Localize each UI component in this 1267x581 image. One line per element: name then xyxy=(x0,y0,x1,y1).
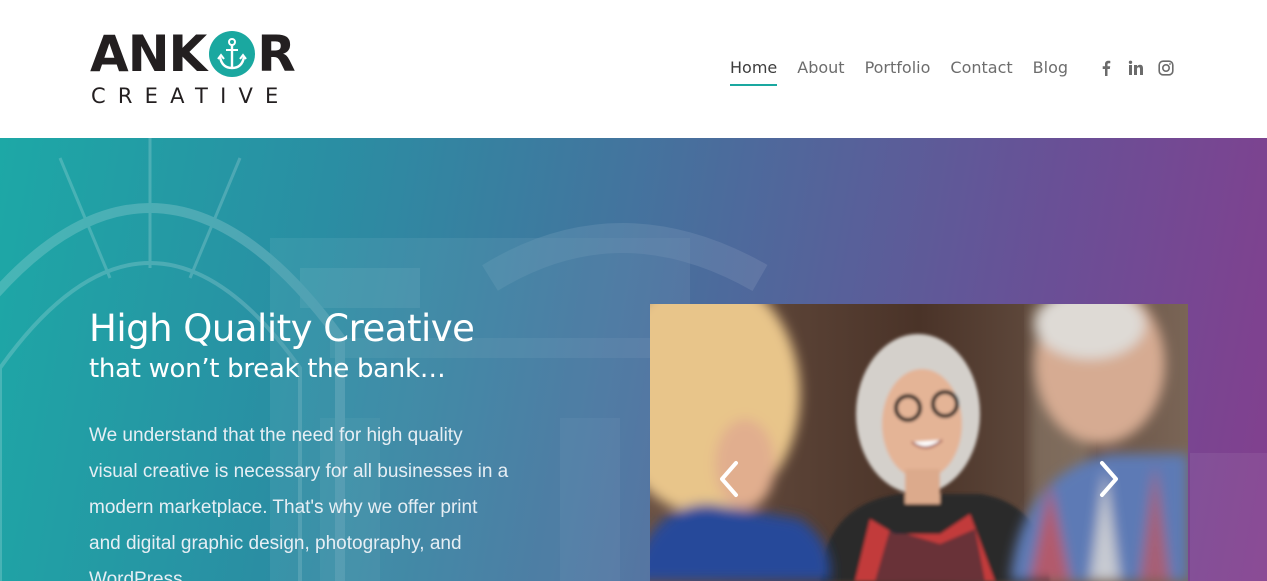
nav-home[interactable]: Home xyxy=(730,56,778,86)
nav-about[interactable]: About xyxy=(797,56,844,86)
slider-next-button[interactable] xyxy=(1094,459,1124,499)
logo-wordmark: ANK R xyxy=(90,25,296,83)
main-navigation: Home About Portfolio Contact Blog xyxy=(730,56,1088,86)
chevron-right-icon xyxy=(1100,461,1118,497)
photo-slider[interactable] xyxy=(650,304,1188,581)
facebook-icon[interactable] xyxy=(1098,58,1114,78)
hero-subtitle: that won’t break the bank… xyxy=(89,354,446,384)
logo-subtitle: CREATIVE xyxy=(91,84,291,108)
nav-contact[interactable]: Contact xyxy=(950,56,1012,86)
social-links xyxy=(1098,58,1188,78)
hero-section: High Quality Creative that won’t break t… xyxy=(0,138,1267,581)
nav-portfolio[interactable]: Portfolio xyxy=(865,56,931,86)
hero-title: High Quality Creative xyxy=(89,307,475,350)
anchor-icon xyxy=(209,31,256,77)
hero-body-text: We understand that the need for high qua… xyxy=(89,425,509,581)
logo-word-right: R xyxy=(257,25,296,83)
ankor-creative-logo[interactable]: ANK R CREATIVE xyxy=(90,26,320,110)
logo-word-left: ANK xyxy=(90,25,207,83)
slider-prev-button[interactable] xyxy=(714,459,744,499)
site-header: ANK R CREATIVE Home About Portfolio Cont… xyxy=(0,0,1267,138)
slide-photo-people-talking xyxy=(650,304,1188,581)
linkedin-icon[interactable] xyxy=(1128,58,1144,78)
instagram-icon[interactable] xyxy=(1158,58,1174,78)
chevron-left-icon xyxy=(720,461,738,497)
nav-blog[interactable]: Blog xyxy=(1033,56,1068,86)
